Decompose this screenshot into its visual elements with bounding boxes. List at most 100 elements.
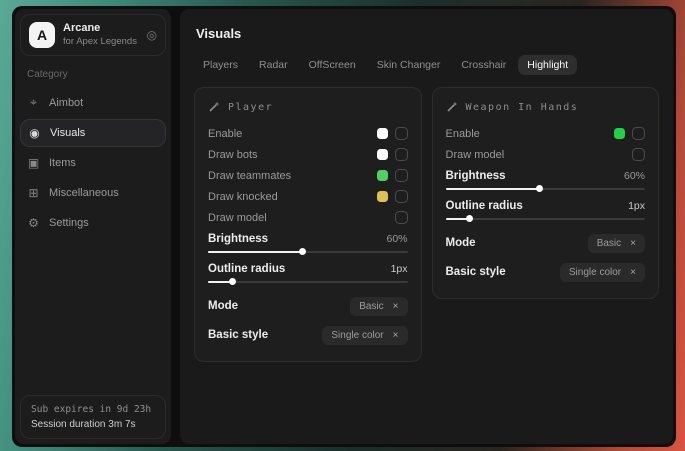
tab-content: Player Enable Draw bots bbox=[194, 87, 659, 362]
setting-label: Brightness bbox=[446, 170, 506, 182]
setting-label: Mode bbox=[208, 300, 238, 312]
panel-title: Weapon In Hands bbox=[466, 102, 579, 113]
setting-row-mode: Mode Basic × bbox=[208, 293, 408, 319]
tab-skin-changer[interactable]: Skin Changer bbox=[368, 55, 450, 75]
setting-label: Draw knocked bbox=[208, 191, 278, 203]
slider-thumb[interactable] bbox=[466, 215, 473, 222]
setting-label: Draw model bbox=[208, 212, 267, 224]
brightness-slider[interactable] bbox=[446, 185, 646, 193]
close-icon[interactable]: × bbox=[630, 267, 636, 278]
sidebar-header: A Arcane for Apex Legends ◎ bbox=[20, 14, 166, 56]
wand-icon bbox=[208, 101, 220, 113]
chip-label: Basic bbox=[359, 301, 383, 312]
sidebar-item-visuals[interactable]: ◉ Visuals bbox=[20, 119, 166, 147]
checkbox[interactable] bbox=[395, 190, 408, 203]
checkbox[interactable] bbox=[395, 127, 408, 140]
sidebar-item-label: Items bbox=[49, 157, 76, 169]
color-swatch[interactable] bbox=[377, 170, 388, 181]
panel-player: Player Enable Draw bots bbox=[194, 87, 422, 362]
app-name: Arcane bbox=[63, 22, 137, 36]
basic-style-chip[interactable]: Single color × bbox=[560, 263, 645, 282]
unload-icon[interactable]: ◎ bbox=[147, 28, 157, 42]
tab-bar: Players Radar OffScreen Skin Changer Cro… bbox=[194, 55, 659, 75]
setting-row-draw-bots: Draw bots bbox=[208, 144, 408, 165]
close-icon[interactable]: × bbox=[630, 238, 636, 249]
app-logo: A bbox=[29, 22, 55, 48]
setting-label: Enable bbox=[208, 128, 242, 140]
setting-row-brightness: Brightness 60% bbox=[208, 233, 408, 256]
panel-player-header: Player bbox=[208, 101, 408, 113]
grid-icon: ⊞ bbox=[27, 186, 40, 200]
close-icon[interactable]: × bbox=[393, 330, 399, 341]
panel-weapon-header: Weapon In Hands bbox=[446, 101, 646, 113]
color-swatch[interactable] bbox=[614, 128, 625, 139]
checkbox[interactable] bbox=[395, 169, 408, 182]
setting-row-outline-radius: Outline radius 1px bbox=[208, 263, 408, 286]
wand-icon bbox=[446, 101, 458, 113]
color-swatch[interactable] bbox=[377, 191, 388, 202]
setting-row-draw-model: Draw model bbox=[208, 207, 408, 228]
app-subtitle: for Apex Legends bbox=[63, 36, 137, 48]
setting-label: Outline radius bbox=[208, 263, 285, 275]
checkbox[interactable] bbox=[395, 211, 408, 224]
tab-offscreen[interactable]: OffScreen bbox=[300, 55, 365, 75]
basic-style-chip[interactable]: Single color × bbox=[322, 326, 407, 345]
tab-players[interactable]: Players bbox=[194, 55, 247, 75]
setting-label: Draw teammates bbox=[208, 170, 291, 182]
sidebar-item-label: Aimbot bbox=[49, 97, 83, 109]
tab-crosshair[interactable]: Crosshair bbox=[452, 55, 515, 75]
setting-label: Draw bots bbox=[208, 149, 258, 161]
slider-value: 1px bbox=[628, 200, 645, 212]
slider-value: 60% bbox=[386, 233, 407, 245]
outline-radius-slider[interactable] bbox=[208, 278, 408, 286]
setting-row-brightness: Brightness 60% bbox=[446, 170, 646, 193]
page-title: Visuals bbox=[196, 26, 659, 41]
tab-radar[interactable]: Radar bbox=[250, 55, 297, 75]
setting-label: Outline radius bbox=[446, 200, 523, 212]
tab-highlight[interactable]: Highlight bbox=[518, 55, 577, 75]
mode-chip[interactable]: Basic × bbox=[588, 234, 645, 253]
color-swatch[interactable] bbox=[377, 128, 388, 139]
checkbox[interactable] bbox=[632, 127, 645, 140]
slider-thumb[interactable] bbox=[299, 248, 306, 255]
sidebar-item-label: Settings bbox=[49, 217, 89, 229]
app-window: A Arcane for Apex Legends ◎ Category ⌖ A… bbox=[12, 6, 676, 447]
setting-label: Basic style bbox=[208, 329, 268, 341]
sidebar: A Arcane for Apex Legends ◎ Category ⌖ A… bbox=[15, 9, 171, 444]
setting-row-draw-teammates: Draw teammates bbox=[208, 165, 408, 186]
crosshair-icon: ⌖ bbox=[27, 95, 40, 110]
setting-row-basic-style: Basic style Single color × bbox=[208, 322, 408, 348]
color-swatch[interactable] bbox=[377, 149, 388, 160]
checkbox[interactable] bbox=[395, 148, 408, 161]
setting-label: Enable bbox=[446, 128, 480, 140]
outline-radius-slider[interactable] bbox=[446, 215, 646, 223]
setting-row-outline-radius: Outline radius 1px bbox=[446, 200, 646, 223]
slider-thumb[interactable] bbox=[536, 185, 543, 192]
category-label: Category bbox=[27, 69, 159, 80]
sidebar-item-miscellaneous[interactable]: ⊞ Miscellaneous bbox=[15, 179, 171, 207]
setting-label: Mode bbox=[446, 237, 476, 249]
sidebar-item-aimbot[interactable]: ⌖ Aimbot bbox=[15, 88, 171, 117]
mode-chip[interactable]: Basic × bbox=[350, 297, 407, 316]
main-area: Visuals Players Radar OffScreen Skin Cha… bbox=[180, 9, 673, 444]
chip-label: Single color bbox=[331, 330, 383, 341]
setting-row-basic-style: Basic style Single color × bbox=[446, 259, 646, 285]
brightness-slider[interactable] bbox=[208, 248, 408, 256]
checkbox[interactable] bbox=[632, 148, 645, 161]
app-titles: Arcane for Apex Legends bbox=[63, 22, 137, 48]
sidebar-item-settings[interactable]: ⚙ Settings bbox=[15, 209, 171, 237]
chip-label: Single color bbox=[569, 267, 621, 278]
sidebar-item-label: Visuals bbox=[50, 127, 85, 139]
chip-label: Basic bbox=[597, 238, 621, 249]
panel-weapon-in-hands: Weapon In Hands Enable Draw model bbox=[432, 87, 660, 299]
sidebar-item-items[interactable]: ▣ Items bbox=[15, 149, 171, 177]
close-icon[interactable]: × bbox=[393, 301, 399, 312]
setting-label: Brightness bbox=[208, 233, 268, 245]
subscription-info-box: Sub expires in 9d 23h Session duration 3… bbox=[20, 395, 166, 439]
setting-row-enable: Enable bbox=[446, 123, 646, 144]
setting-row-draw-knocked: Draw knocked bbox=[208, 186, 408, 207]
setting-label: Draw model bbox=[446, 149, 505, 161]
setting-label: Basic style bbox=[446, 266, 506, 278]
setting-row-draw-model: Draw model bbox=[446, 144, 646, 165]
slider-thumb[interactable] bbox=[229, 278, 236, 285]
